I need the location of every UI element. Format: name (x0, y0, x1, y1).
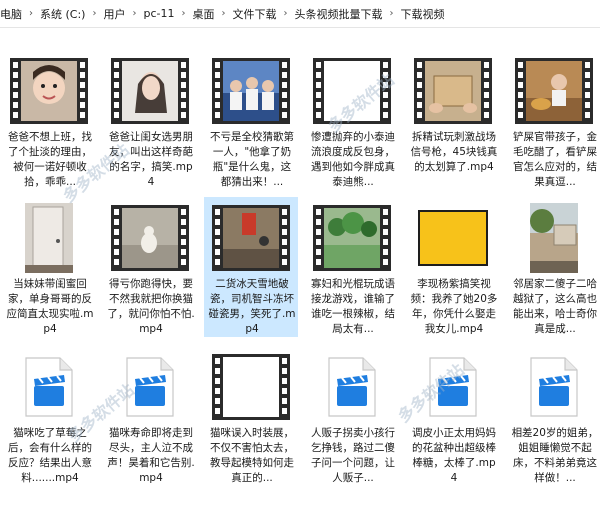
video-thumbnail-icon[interactable] (515, 203, 593, 273)
media-file-icon[interactable] (414, 352, 492, 422)
file-item[interactable]: 猫咪误入时装展，不仅不害怕太去，教导起模特如何走真正的... (204, 346, 298, 486)
file-name[interactable]: 爸爸让闺女选男朋友，叫出这样奇葩的名字，搞笑.mp4 (107, 130, 195, 190)
media-file-icon[interactable] (515, 352, 593, 422)
breadcrumb-item[interactable]: 下载视频 (395, 6, 449, 22)
breadcrumb-item[interactable]: 头条视频批量下载 (289, 6, 387, 22)
file-item[interactable]: 当妹妹带闺蜜回家，单身哥哥的反应简直太现实啦.mp4 (2, 197, 96, 337)
file-name[interactable]: 邻居家二傻子二哈越狱了，这么高也能出来，哈士奇你真是成... (511, 277, 599, 337)
file-name[interactable]: 猫咪误入时装展，不仅不害怕太去，教导起模特如何走真正的... (208, 426, 296, 486)
file-grid: 爸爸不想上班，找了个扯淡的理由，被何一诺好顿收拾，乖乖... 爸爸让闺女选男朋友… (0, 50, 600, 506)
file-name[interactable]: 二货冰天雪地破瓷，司机智斗冻坏碰瓷男，笑死了.mp4 (208, 277, 296, 337)
breadcrumb-item[interactable]: pc-11 (138, 7, 179, 20)
file-name[interactable]: 当妹妹带闺蜜回家，单身哥哥的反应简直太现实啦.mp4 (6, 277, 94, 337)
media-file-icon[interactable] (313, 352, 391, 422)
video-thumbnail-icon[interactable] (10, 56, 88, 126)
file-item[interactable]: 人贩子拐卖小孩行乞挣钱，路过二傻子问一个问题，让人贩子... (305, 346, 399, 486)
breadcrumb-item[interactable]: 用户 (98, 6, 130, 22)
video-thumbnail-icon[interactable] (313, 203, 391, 273)
file-name[interactable]: 调皮小正太用妈妈的花盆种出超级棒棒糖，太棒了.mp4 (410, 426, 498, 486)
file-item[interactable]: 不亏是全校猜歌第一人，"他拿了奶瓶"是什么鬼，这都猜出来！... (204, 50, 298, 190)
file-item[interactable]: 邻居家二傻子二哈越狱了，这么高也能出来，哈士奇你真是成... (507, 197, 600, 337)
video-thumbnail-icon[interactable] (212, 56, 290, 126)
video-thumbnail-icon[interactable] (414, 56, 492, 126)
file-name[interactable]: 惨遭抛弃的小泰迪流浪度成反包身，遇到他如今胖成真泰迪熊... (309, 130, 397, 190)
breadcrumb-separator-icon[interactable]: › (219, 8, 227, 19)
video-thumbnail-icon[interactable] (313, 56, 391, 126)
file-item[interactable]: 得亏你跑得快，要不然我就把你换猫了，就问你怕不怕.mp4 (103, 197, 197, 337)
video-thumbnail-icon[interactable] (212, 352, 290, 422)
video-thumbnail-icon[interactable] (515, 56, 593, 126)
video-thumbnail-icon[interactable] (111, 56, 189, 126)
file-name[interactable]: 猫咪寿命即将走到尽头，主人泣不成声！昊着和它告别.mp4 (107, 426, 195, 486)
file-name[interactable]: 李现杨紫搞笑视频：我养了她20多年，你凭什么娶走我女儿.mp4 (410, 277, 498, 337)
file-item[interactable]: 寡妇和光棍玩成语接龙游戏，谁输了谁吃一根辣椒，结局太有... (305, 197, 399, 337)
file-name[interactable]: 铲屎官带孩子，金毛吃醋了，看铲屎官怎么应对的，结果真逗... (511, 130, 599, 190)
media-file-icon[interactable] (111, 352, 189, 422)
file-name[interactable]: 寡妇和光棍玩成语接龙游戏，谁输了谁吃一根辣椒，结局太有... (309, 277, 397, 337)
breadcrumb: 电脑 › 系统 (C:) › 用户 › pc-11 › 桌面 › 文件下载 › 头条视频批量下载 › 下载视… (0, 0, 600, 28)
file-name[interactable]: 猫咪吃了草莓之后，会有什么样的反应？结果出人意料.......mp4 (6, 426, 94, 486)
file-item[interactable]: 惨遭抛弃的小泰迪流浪度成反包身，遇到他如今胖成真泰迪熊... (305, 50, 399, 190)
file-item[interactable]: 李现杨紫搞笑视频：我养了她20多年，你凭什么娶走我女儿.mp4 (406, 197, 500, 337)
breadcrumb-separator-icon[interactable]: › (130, 8, 138, 19)
file-item[interactable]: 猫咪吃了草莓之后，会有什么样的反应？结果出人意料.......mp4 (2, 346, 96, 486)
file-name[interactable]: 得亏你跑得快，要不然我就把你换猫了，就问你怕不怕.mp4 (107, 277, 195, 337)
file-name[interactable]: 爸爸不想上班，找了个扯淡的理由，被何一诺好顿收拾，乖乖... (6, 130, 94, 190)
file-item[interactable]: 相差20岁的姐弟，姐姐睡懒觉不起床，不料弟弟竟这样做！... (507, 346, 600, 486)
file-item[interactable]: 铲屎官带孩子，金毛吃醋了，看铲屎官怎么应对的，结果真逗... (507, 50, 600, 190)
file-item[interactable]: 猫咪寿命即将走到尽头，主人泣不成声！昊着和它告别.mp4 (103, 346, 197, 486)
file-item[interactable]: 调皮小正太用妈妈的花盆种出超级棒棒糖，太棒了.mp4 (406, 346, 500, 486)
breadcrumb-separator-icon[interactable]: › (387, 8, 395, 19)
breadcrumb-item[interactable]: 桌面 (187, 6, 219, 22)
file-name[interactable]: 人贩子拐卖小孩行乞挣钱，路过二傻子问一个问题，让人贩子... (309, 426, 397, 486)
breadcrumb-item[interactable]: 文件下载 (227, 6, 281, 22)
breadcrumb-separator-icon[interactable]: › (27, 8, 35, 19)
video-thumbnail-icon[interactable] (414, 203, 492, 273)
file-item[interactable]: 爸爸让闺女选男朋友，叫出这样奇葩的名字，搞笑.mp4 (103, 50, 197, 190)
file-item[interactable]: 爸爸不想上班，找了个扯淡的理由，被何一诺好顿收拾，乖乖... (2, 50, 96, 190)
file-name[interactable]: 相差20岁的姐弟，姐姐睡懒觉不起床，不料弟弟竟这样做！... (511, 426, 599, 486)
video-thumbnail-icon[interactable] (10, 203, 88, 273)
video-thumbnail-icon[interactable] (212, 203, 290, 273)
breadcrumb-separator-icon[interactable]: › (90, 8, 98, 19)
file-name[interactable]: 拆精试玩刺激战场信号枪，45块钱真的太划算了.mp4 (410, 130, 498, 190)
video-thumbnail-icon[interactable] (111, 203, 189, 273)
media-file-icon[interactable] (10, 352, 88, 422)
breadcrumb-separator-icon[interactable]: › (179, 8, 187, 19)
file-item[interactable]: 拆精试玩刺激战场信号枪，45块钱真的太划算了.mp4 (406, 50, 500, 190)
file-item[interactable]: 二货冰天雪地破瓷，司机智斗冻坏碰瓷男，笑死了.mp4 (204, 197, 298, 337)
breadcrumb-item[interactable]: 系统 (C:) (35, 6, 90, 22)
file-name[interactable]: 不亏是全校猜歌第一人，"他拿了奶瓶"是什么鬼，这都猜出来！... (208, 130, 296, 190)
breadcrumb-separator-icon[interactable]: › (281, 8, 289, 19)
breadcrumb-item[interactable]: 电脑 (0, 6, 27, 22)
